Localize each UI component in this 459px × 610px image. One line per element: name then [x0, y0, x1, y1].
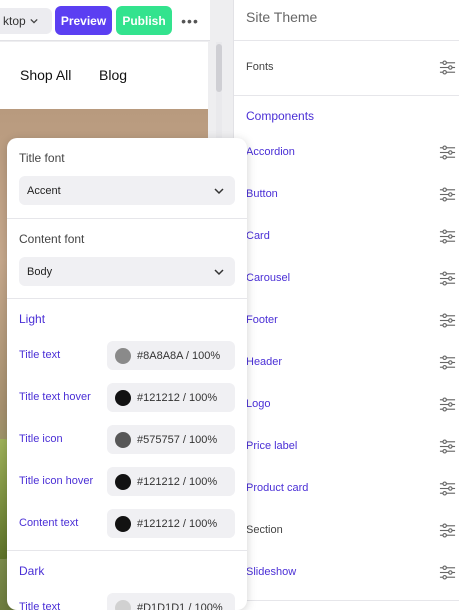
color-field-title-text-hover[interactable]: #121212 / 100%	[107, 383, 235, 412]
component-item-logo[interactable]: Logo	[246, 393, 456, 415]
component-item-label: Logo	[246, 398, 271, 410]
theme-item-label: Fonts	[246, 61, 274, 73]
title-font-value: Accent	[27, 184, 61, 197]
component-item-accordion[interactable]: Accordion	[246, 141, 456, 163]
nav-link-blog[interactable]: Blog	[99, 67, 127, 83]
canvas-scrollbar-thumb[interactable]	[216, 44, 222, 92]
more-options-icon[interactable]: •••	[180, 10, 200, 31]
sliders-icon[interactable]	[439, 312, 456, 329]
component-item-footer[interactable]: Footer	[246, 309, 456, 331]
sliders-icon[interactable]	[439, 522, 456, 539]
content-font-select[interactable]: Body	[19, 257, 235, 286]
component-item-label: Price label	[246, 440, 298, 452]
chevron-down-icon	[214, 187, 224, 194]
header-style-popover: Title font Accent Content font Body Ligh…	[7, 138, 247, 610]
divider	[234, 40, 459, 41]
divider	[234, 95, 459, 96]
component-item-header[interactable]: Header	[246, 351, 456, 373]
publish-button[interactable]: Publish	[116, 6, 172, 35]
sliders-icon[interactable]	[439, 59, 456, 76]
theme-item-fonts[interactable]: Fonts	[246, 56, 456, 78]
component-item-label: Card	[246, 230, 270, 242]
color-value: #121212 / 100%	[137, 517, 218, 530]
component-item-label: Product card	[246, 482, 309, 494]
sliders-icon[interactable]	[439, 228, 456, 245]
divider	[7, 298, 247, 299]
component-item-label: Header	[246, 356, 283, 368]
component-item-label: Footer	[246, 314, 278, 326]
site-theme-panel: Site Theme Fonts Components Accordion But…	[234, 0, 459, 610]
content-font-value: Body	[27, 265, 53, 278]
divider	[234, 600, 459, 601]
color-swatch[interactable]	[115, 515, 131, 532]
nav-link-shop-all[interactable]: Shop All	[20, 67, 71, 83]
title-font-select[interactable]: Accent	[19, 176, 235, 205]
sliders-icon[interactable]	[439, 186, 456, 203]
sliders-icon[interactable]	[439, 396, 456, 413]
component-item-product-card[interactable]: Product card	[246, 477, 456, 499]
component-item-section[interactable]: Section	[246, 519, 456, 541]
color-field-title-text[interactable]: #D1D1D1 / 100%	[107, 593, 235, 610]
component-item-carousel[interactable]: Carousel	[246, 267, 456, 289]
divider	[7, 218, 247, 219]
preview-button[interactable]: Preview	[55, 6, 112, 35]
sliders-icon[interactable]	[439, 480, 456, 497]
component-item-label: Slideshow	[246, 566, 297, 578]
color-value: #121212 / 100%	[137, 391, 218, 404]
color-label-title-icon-hover: Title icon hover	[19, 475, 94, 487]
color-value: #8A8A8A / 100%	[137, 349, 221, 362]
content-font-label: Content font	[19, 232, 85, 246]
device-select-label: ktop	[3, 14, 26, 28]
dark-section-heading: Dark	[19, 564, 45, 578]
editor-toolbar: ktop Preview Publish •••	[0, 0, 210, 41]
sliders-icon[interactable]	[439, 144, 456, 161]
color-field-title-icon-hover[interactable]: #121212 / 100%	[107, 467, 235, 496]
chevron-down-icon	[30, 18, 38, 24]
color-field-title-text[interactable]: #8A8A8A / 100%	[107, 341, 235, 370]
device-select[interactable]: ktop	[0, 8, 52, 34]
color-swatch[interactable]	[115, 389, 131, 406]
color-swatch[interactable]	[115, 347, 131, 364]
color-label-title-text-hover: Title text hover	[19, 391, 91, 403]
color-value: #D1D1D1 / 100%	[137, 601, 223, 610]
chevron-down-icon	[214, 268, 224, 275]
component-item-label: Accordion	[246, 146, 295, 158]
divider	[7, 550, 247, 551]
color-field-title-icon[interactable]: #575757 / 100%	[107, 425, 235, 454]
sliders-icon[interactable]	[439, 564, 456, 581]
panel-title: Site Theme	[246, 9, 318, 25]
component-item-button[interactable]: Button	[246, 183, 456, 205]
components-heading: Components	[246, 109, 315, 123]
light-section-heading: Light	[19, 312, 46, 326]
component-item-price-label[interactable]: Price label	[246, 435, 456, 457]
color-label-content-text: Content text	[19, 517, 79, 529]
component-item-label: Section	[246, 524, 283, 536]
color-swatch[interactable]	[115, 599, 131, 610]
color-label-title-icon: Title icon	[19, 433, 63, 445]
color-swatch[interactable]	[115, 431, 131, 448]
component-item-label: Button	[246, 188, 278, 200]
color-field-content-text[interactable]: #121212 / 100%	[107, 509, 235, 538]
color-swatch[interactable]	[115, 473, 131, 490]
color-label-title-text: Title text	[19, 601, 61, 610]
title-font-label: Title font	[19, 151, 65, 165]
color-label-title-text: Title text	[19, 349, 61, 361]
sliders-icon[interactable]	[439, 270, 456, 287]
color-value: #575757 / 100%	[137, 433, 218, 446]
component-item-card[interactable]: Card	[246, 225, 456, 247]
color-value: #121212 / 100%	[137, 475, 218, 488]
sliders-icon[interactable]	[439, 354, 456, 371]
component-item-label: Carousel	[246, 272, 291, 284]
component-item-slideshow[interactable]: Slideshow	[246, 561, 456, 583]
sliders-icon[interactable]	[439, 438, 456, 455]
